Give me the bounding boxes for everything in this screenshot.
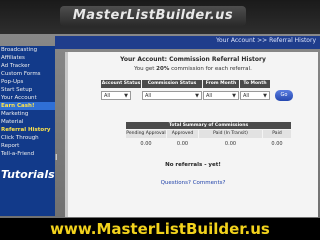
- chevron-down-icon: ▼: [124, 93, 128, 99]
- no-referrals-message: No referrals - yet!: [165, 162, 221, 168]
- summary-header-pending: Pending Approval: [126, 130, 166, 138]
- sidebar-item-tell-a-friend[interactable]: Tell-a-Friend: [0, 150, 55, 158]
- footer-url: www.MasterListBuilder.us: [50, 220, 270, 238]
- sidebar-item-report[interactable]: Report: [0, 142, 55, 150]
- footer-banner: www.MasterListBuilder.us: [0, 218, 320, 240]
- summary-value-in-transit: 0.00: [224, 141, 237, 147]
- to-month-select[interactable]: All ▼: [240, 91, 270, 100]
- sidebar-item-ad-tracker[interactable]: Ad Tracker: [0, 62, 55, 70]
- main-content: Your Account: Commission Referral Histor…: [65, 52, 318, 217]
- summary-header-in-transit: Paid (In Transit): [199, 130, 262, 138]
- from-month-value: All: [206, 93, 213, 99]
- sidebar-item-affiliates[interactable]: Affiliates: [0, 54, 55, 62]
- commission-rate: 20%: [156, 66, 170, 72]
- account-status-value: All: [104, 93, 111, 99]
- breadcrumb: Your Account >> Referral History: [216, 37, 316, 44]
- sidebar-item-referral-history[interactable]: Referral History: [0, 126, 55, 134]
- summary-value-paid: 0.00: [271, 141, 283, 147]
- breadcrumb-current: Referral History: [269, 37, 316, 44]
- sidebar-item-pop-ups[interactable]: Pop-Ups: [0, 78, 55, 86]
- header-bar: MasterListBuilder.us: [0, 0, 320, 34]
- go-button[interactable]: Go: [275, 90, 293, 101]
- filter-header-commission-status: Commission Status: [142, 80, 202, 88]
- filter-header-to-month: To Month: [240, 80, 270, 88]
- account-status-select[interactable]: All ▼: [101, 91, 131, 100]
- commission-suffix: commission for each referral.: [171, 66, 252, 72]
- summary-table-title: Total Summary of Commissions: [126, 122, 291, 129]
- commission-status-value: All: [145, 93, 152, 99]
- commission-status-select[interactable]: All ▼: [142, 91, 202, 100]
- mouse-cursor-icon: I: [55, 153, 58, 162]
- sidebar-item-broadcasting[interactable]: Broadcasting: [0, 46, 55, 54]
- filter-header-from-month: From Month: [203, 80, 239, 88]
- breadcrumb-separator: >>: [257, 37, 268, 44]
- commission-prefix: You get: [134, 66, 155, 72]
- sidebar-item-your-account[interactable]: Your Account: [0, 94, 55, 102]
- chevron-down-icon: ▼: [195, 93, 199, 99]
- filter-header-account-status: Account Status: [101, 80, 141, 88]
- to-month-value: All: [243, 93, 250, 99]
- summary-header-paid: Paid: [263, 130, 291, 138]
- sidebar: Broadcasting Affiliates Ad Tracker Custo…: [0, 46, 55, 216]
- sidebar-item-earn-cash[interactable]: Earn Cash!: [0, 102, 55, 110]
- page-title: Your Account: Commission Referral Histor…: [120, 56, 266, 63]
- summary-value-approved: 0.00: [176, 141, 189, 147]
- questions-comments-link[interactable]: Questions? Comments?: [68, 180, 318, 186]
- top-nav-bar: Your Account >> Referral History: [55, 36, 320, 49]
- breadcrumb-parent-link[interactable]: Your Account: [216, 37, 255, 44]
- sidebar-item-start-setup[interactable]: Start Setup: [0, 86, 55, 94]
- chevron-down-icon: ▼: [263, 93, 267, 99]
- sidebar-item-custom-forms[interactable]: Custom Forms: [0, 70, 55, 78]
- commission-note: You get 20% commission for each referral…: [68, 66, 318, 72]
- chevron-down-icon: ▼: [232, 93, 236, 99]
- sidebar-item-material[interactable]: Material: [0, 118, 55, 126]
- sidebar-tutorials-link[interactable]: Tutorials: [0, 168, 55, 181]
- sidebar-item-click-through[interactable]: Click Through: [0, 134, 55, 142]
- summary-header-approved: Approved: [167, 130, 198, 138]
- site-logo[interactable]: MasterListBuilder.us: [60, 6, 246, 26]
- sidebar-item-marketing[interactable]: Marketing: [0, 110, 55, 118]
- summary-value-pending: 0.00: [140, 141, 152, 147]
- from-month-select[interactable]: All ▼: [203, 91, 239, 100]
